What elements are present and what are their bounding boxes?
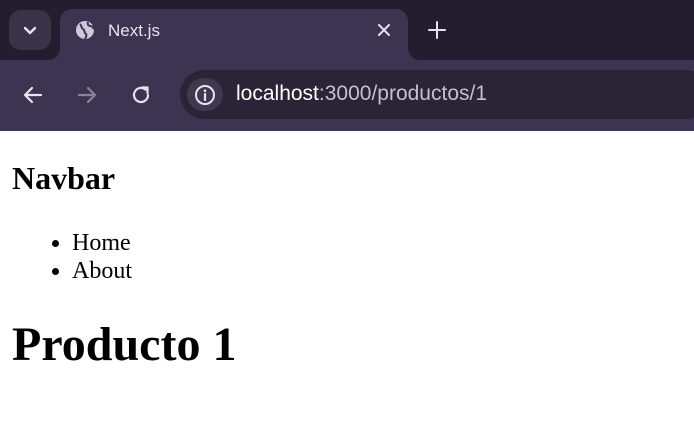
arrow-left-icon[interactable] [21, 83, 45, 107]
page-content: Navbar Home About Producto 1 [0, 131, 694, 423]
tab-search-button[interactable] [9, 10, 51, 50]
nav-link-about[interactable]: About [72, 257, 132, 285]
chevron-down-icon [23, 26, 37, 35]
active-tab[interactable]: Next.js [60, 9, 408, 60]
info-icon [195, 84, 215, 105]
reload-icon[interactable] [129, 83, 153, 107]
browser-chrome: Next.js localhost:3000/productos/1 [0, 0, 694, 131]
product-title: Producto 1 [12, 318, 237, 371]
site-info-button[interactable] [187, 78, 223, 111]
plus-icon[interactable] [426, 19, 448, 41]
nav-list: Home About [0, 229, 132, 285]
tab-title: Next.js [108, 21, 160, 40]
url-path: :3000/productos/1 [318, 82, 488, 105]
globe-icon [76, 21, 95, 40]
nav-link-home[interactable]: Home [72, 229, 132, 257]
arrow-right-icon[interactable] [75, 83, 99, 107]
url-host: localhost [236, 82, 319, 105]
close-icon[interactable] [374, 20, 394, 40]
url-text[interactable]: localhost:3000/productos/1 [236, 82, 487, 106]
navbar-title: Navbar [12, 160, 116, 196]
